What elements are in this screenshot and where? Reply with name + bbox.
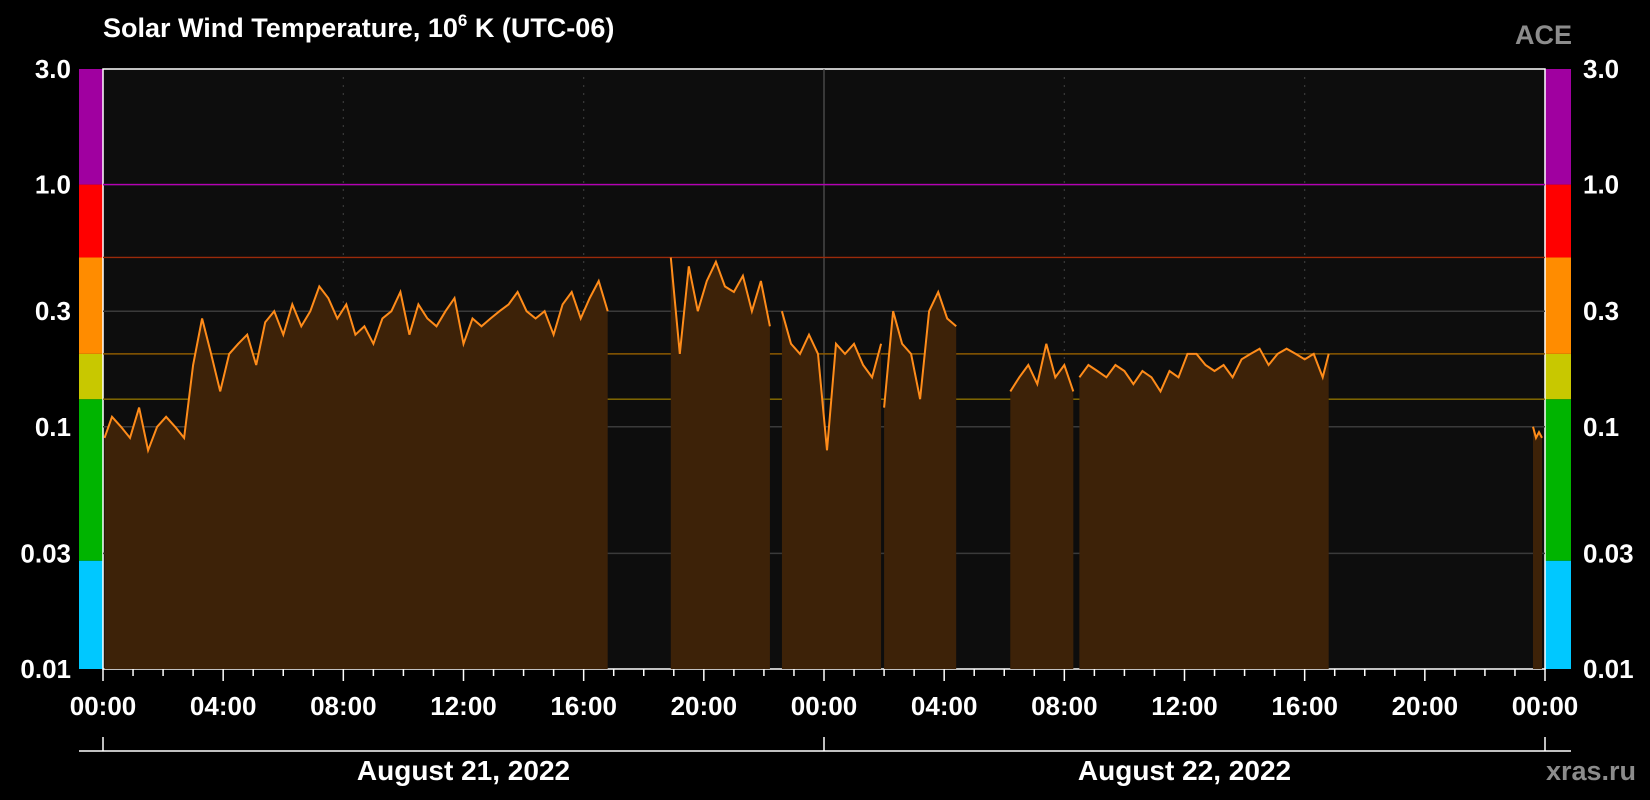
threshold-band-right-2 [1545,353,1571,400]
series-area-0-4 [1010,343,1074,669]
x-tick-label-8: 08:00 [1031,691,1098,721]
y-tick-label-right-3: 0.3 [1583,296,1619,326]
x-tick-label-10: 16:00 [1271,691,1338,721]
threshold-band-left-5 [79,69,103,185]
threshold-band-left-0 [79,560,103,669]
y-tick-label-right-4: 1.0 [1583,170,1619,200]
threshold-band-right-1 [1545,399,1571,561]
y-tick-label-left-0: 0.01 [20,654,71,684]
threshold-band-right-4 [1545,184,1571,258]
y-tick-label-right-0: 0.01 [1583,654,1634,684]
x-tick-label-9: 12:00 [1151,691,1218,721]
x-tick-label-5: 20:00 [671,691,738,721]
y-tick-label-left-3: 0.3 [35,296,71,326]
threshold-band-right-0 [1545,560,1571,669]
y-tick-label-left-4: 1.0 [35,170,71,200]
x-tick-label-4: 16:00 [550,691,617,721]
threshold-band-right-5 [1545,69,1571,185]
y-tick-label-left-5: 3.0 [35,54,71,84]
threshold-band-left-1 [79,399,103,561]
source-label: xras.ru [1546,756,1636,786]
y-tick-label-right-2: 0.1 [1583,412,1619,442]
y-tick-label-left-1: 0.03 [20,538,71,568]
threshold-band-left-2 [79,353,103,400]
x-tick-label-3: 12:00 [430,691,497,721]
x-tick-label-11: 20:00 [1392,691,1459,721]
y-tick-label-right-1: 0.03 [1583,538,1634,568]
solar-wind-temperature-chart: Solar Wind Temperature, 106 K (UTC-06) A… [20,11,1636,786]
x-tick-label-2: 08:00 [310,691,377,721]
series-area-0-1 [670,257,770,669]
chart-title: Solar Wind Temperature, 106 K (UTC-06) [103,11,614,43]
threshold-band-right-3 [1545,257,1571,354]
date-label-1: August 22, 2022 [1078,755,1291,786]
series-area-0-5 [1079,348,1329,669]
y-tick-label-left-2: 0.1 [35,412,71,442]
x-tick-label-7: 04:00 [911,691,978,721]
threshold-band-left-4 [79,184,103,258]
date-label-0: August 21, 2022 [357,755,570,786]
series-area-0-6 [1532,426,1542,669]
y-tick-label-right-5: 3.0 [1583,54,1619,84]
x-tick-label-0: 00:00 [70,691,137,721]
x-tick-label-1: 04:00 [190,691,257,721]
satellite-label: ACE [1515,20,1572,50]
x-tick-label-6: 00:00 [791,691,858,721]
threshold-band-left-3 [79,257,103,354]
x-tick-label-12: 00:00 [1512,691,1579,721]
